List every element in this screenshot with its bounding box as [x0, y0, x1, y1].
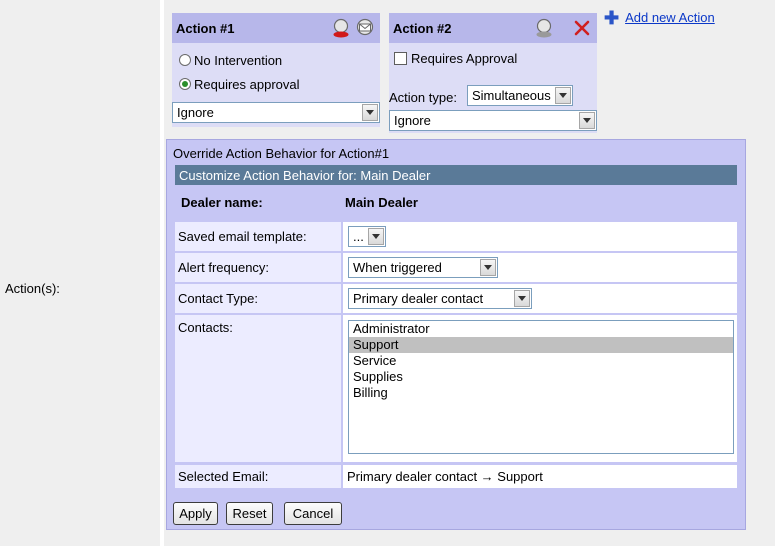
contact-type-cell: Primary dealer contact: [343, 284, 737, 313]
email-template-label: Saved email template:: [175, 222, 341, 251]
chevron-down-icon[interactable]: [362, 104, 378, 121]
action-2-header: Action #2: [389, 13, 597, 43]
selected-email-row: Selected Email: Primary dealer contact →…: [175, 465, 737, 488]
chevron-down-icon[interactable]: [368, 228, 384, 245]
contacts-cell: Administrator Support Service Supplies B…: [343, 315, 737, 462]
selected-email-value: Primary dealer contact → Support: [343, 465, 737, 488]
plus-icon[interactable]: ✚: [604, 9, 619, 27]
contacts-row: Contacts: Administrator Support Service …: [175, 315, 737, 462]
chevron-down-icon[interactable]: [555, 87, 571, 104]
delete-icon[interactable]: [571, 17, 593, 39]
alert-frequency-cell: When triggered: [343, 253, 737, 282]
alert-frequency-row: Alert frequency: When triggered: [175, 253, 737, 282]
chevron-down-icon[interactable]: [579, 112, 595, 129]
actions-column: Action #1 No Intervention Requires appro…: [164, 0, 775, 546]
requires-approval-option[interactable]: Requires approval: [172, 73, 380, 95]
requires-approval-radio[interactable]: [179, 78, 191, 90]
dealer-name-value: Main Dealer: [345, 195, 418, 210]
action-2-behavior-value: Ignore: [394, 113, 431, 128]
contact-type-select[interactable]: Primary dealer contact: [348, 288, 532, 309]
contact-option-selected[interactable]: Support: [349, 337, 733, 353]
action-2-requires-approval[interactable]: Requires Approval: [389, 47, 597, 69]
contacts-label: Contacts:: [175, 315, 341, 462]
contact-type-row: Contact Type: Primary dealer contact: [175, 284, 737, 313]
action-type-select[interactable]: Simultaneous: [467, 85, 573, 106]
requires-approval-checkbox[interactable]: [394, 51, 407, 65]
action-1-title: Action #1: [176, 20, 235, 36]
override-panel: Override Action Behavior for Action#1 Cu…: [166, 139, 746, 530]
contact-option[interactable]: Billing: [349, 385, 733, 401]
actions-row-label: Action(s):: [5, 281, 60, 296]
email-template-row: Saved email template: ...: [175, 222, 737, 251]
contact-type-value: Primary dealer contact: [353, 291, 484, 306]
email-template-cell: ...: [343, 222, 737, 251]
email-contact-icon[interactable]: [354, 17, 376, 39]
dealer-name-label: Dealer name:: [181, 195, 263, 210]
contact-option[interactable]: Supplies: [349, 369, 733, 385]
contact-option[interactable]: Service: [349, 353, 733, 369]
reset-button[interactable]: Reset: [226, 502, 273, 525]
contact-type-label: Contact Type:: [175, 284, 341, 313]
email-template-select[interactable]: ...: [348, 226, 386, 247]
action-1-behavior-select[interactable]: Ignore: [172, 102, 380, 123]
apply-button[interactable]: Apply: [173, 502, 218, 525]
action-2-behavior-select[interactable]: Ignore: [389, 110, 597, 131]
no-intervention-label: No Intervention: [194, 52, 283, 68]
action-2-requires-approval-label: Requires Approval: [411, 50, 518, 66]
add-action-control[interactable]: ✚ Add new Action: [604, 9, 715, 27]
chevron-down-icon[interactable]: [480, 259, 496, 276]
customize-header-text: Customize Action Behavior for: Main Deal…: [179, 167, 431, 183]
row-label-column: Action(s):: [0, 0, 160, 546]
alert-frequency-label: Alert frequency:: [175, 253, 341, 282]
add-new-action-link[interactable]: Add new Action: [625, 10, 715, 25]
customize-header: Customize Action Behavior for: Main Deal…: [175, 165, 737, 185]
cancel-button[interactable]: Cancel: [284, 502, 342, 525]
contacts-listbox[interactable]: Administrator Support Service Supplies B…: [348, 320, 734, 454]
email-template-value: ...: [353, 229, 364, 244]
alert-frequency-select[interactable]: When triggered: [348, 257, 498, 278]
action-type-value: Simultaneous: [472, 88, 551, 103]
action-type-label: Action type:: [389, 90, 457, 105]
alert-frequency-value: When triggered: [353, 260, 442, 275]
chevron-down-icon[interactable]: [514, 290, 530, 307]
contact-option[interactable]: Administrator: [349, 321, 733, 337]
action-1-behavior-value: Ignore: [177, 105, 214, 120]
user-gray-icon[interactable]: [533, 17, 555, 39]
user-red-icon[interactable]: [330, 17, 352, 39]
override-title: Override Action Behavior for Action#1: [173, 146, 390, 161]
action-2-title: Action #2: [393, 20, 452, 36]
no-intervention-option[interactable]: No Intervention: [172, 49, 380, 71]
action-2-box: Action #2 Requires Approval Action type:…: [389, 13, 597, 133]
action-1-box: Action #1 No Intervention Requires appro…: [172, 13, 380, 127]
no-intervention-radio[interactable]: [179, 54, 191, 66]
action-1-header: Action #1: [172, 13, 380, 43]
requires-approval-label: Requires approval: [194, 76, 300, 92]
selected-email-label: Selected Email:: [175, 465, 341, 488]
